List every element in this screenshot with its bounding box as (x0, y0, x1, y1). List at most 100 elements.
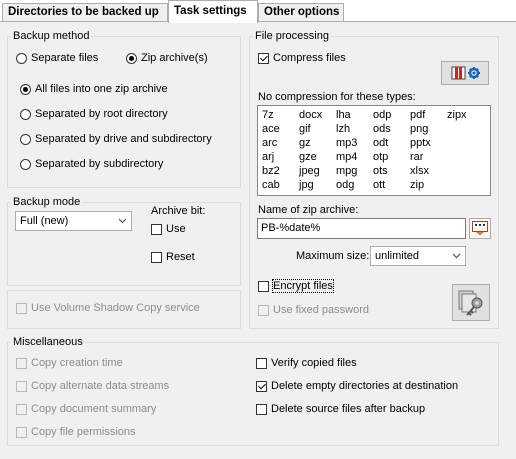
archive-bit-reset-checkbox[interactable] (151, 251, 162, 263)
task-settings-panel: Backup method Separate files Zip archive… (0, 22, 516, 459)
by-subdir-label: Separated by subdirectory (35, 158, 164, 171)
ext-item: png (410, 123, 429, 135)
miscellaneous-title: Miscellaneous (11, 336, 85, 348)
ext-item: gz (299, 137, 311, 149)
encrypt-files-option[interactable]: Encrypt files (258, 279, 334, 294)
delete-source-checkbox[interactable] (256, 403, 267, 415)
ext-item: ods (373, 123, 391, 135)
by-root-radio[interactable] (20, 108, 31, 120)
copy-doc-summary-label: Copy document summary (31, 403, 157, 416)
ext-item: 7z (262, 109, 274, 121)
ext-item: ace (262, 123, 280, 135)
copy-creation-time-option[interactable]: Copy creation time (16, 356, 123, 370)
backup-mode-title: Backup mode (11, 196, 83, 208)
by-drive-subdir-radio[interactable] (20, 133, 31, 145)
separate-files-radio[interactable] (16, 52, 27, 64)
tab-other-options[interactable]: Other options (258, 3, 344, 21)
ext-item: jpeg (299, 165, 320, 177)
all-files-one-zip-option[interactable]: All files into one zip archive (20, 82, 168, 96)
ext-item: jpg (299, 179, 314, 191)
delete-source-label: Delete source files after backup (271, 403, 426, 416)
tab-task-settings[interactable]: Task settings (168, 0, 258, 23)
compression-settings-button[interactable] (441, 61, 489, 85)
ext-item: ots (373, 165, 388, 177)
ext-item: pptx (410, 137, 431, 149)
ext-item: otp (373, 151, 389, 163)
by-subdir-radio[interactable] (20, 158, 31, 170)
archive-bit-reset-option[interactable]: Reset (151, 250, 195, 264)
copy-ads-option[interactable]: Copy alternate data streams (16, 379, 169, 393)
max-size-label: Maximum size: (296, 250, 370, 262)
ext-item: pdf (410, 109, 426, 121)
backup-mode-value: Full (new) (20, 215, 69, 227)
verify-label: Verify copied files (271, 357, 357, 370)
delete-source-option[interactable]: Delete source files after backup (256, 402, 425, 416)
archive-bit-use-option[interactable]: Use (151, 222, 186, 236)
verify-option[interactable]: Verify copied files (256, 356, 357, 370)
tab-bar: Directories to be backed up Task setting… (0, 0, 516, 23)
ext-item: lzh (336, 123, 351, 135)
zip-name-value: PB-%date% (261, 222, 321, 234)
ext-item: gze (299, 151, 317, 163)
delete-empty-option[interactable]: Delete empty directories at destination (256, 379, 458, 393)
vss-option[interactable]: Use Volume Shadow Copy service (16, 301, 200, 315)
encrypt-files-label: Encrypt files (272, 279, 334, 294)
ext-item: rar (410, 151, 424, 163)
delete-empty-checkbox[interactable] (256, 380, 267, 392)
verify-checkbox[interactable] (256, 357, 267, 369)
archive-bit-label: Archive bit: (151, 205, 206, 217)
copy-doc-summary-checkbox[interactable] (16, 403, 27, 415)
compress-settings-icon (450, 64, 482, 85)
ext-item: lha (336, 109, 351, 121)
archive-bit-use-checkbox[interactable] (151, 223, 162, 235)
by-drive-subdir-option[interactable]: Separated by drive and subdirectory (20, 132, 212, 146)
no-compression-list[interactable]: 7z docx lha odp pdf zipx ace gif lzh ods… (257, 105, 491, 196)
password-button[interactable] (452, 284, 490, 321)
copy-permissions-option[interactable]: Copy file permissions (16, 425, 136, 439)
chevron-down-icon (118, 212, 127, 236)
by-root-label: Separated by root directory (35, 108, 168, 121)
by-drive-subdir-label: Separated by drive and subdirectory (35, 133, 212, 146)
fixed-password-checkbox[interactable] (258, 304, 269, 316)
compress-files-option[interactable]: Compress files (258, 51, 346, 65)
tab-directories[interactable]: Directories to be backed up (2, 3, 168, 21)
archive-bit-use-label: Use (166, 223, 186, 236)
separate-files-option[interactable]: Separate files (16, 51, 98, 65)
copy-ads-checkbox[interactable] (16, 380, 27, 392)
ext-item: bz2 (262, 165, 280, 177)
ext-item: ott (373, 179, 386, 191)
zip-name-input[interactable]: PB-%date% (257, 218, 466, 239)
backup-mode-select[interactable]: Full (new) (15, 211, 132, 231)
zip-archives-label: Zip archive(s) (141, 52, 208, 65)
copy-creation-time-checkbox[interactable] (16, 357, 27, 369)
all-files-one-zip-radio[interactable] (20, 83, 31, 95)
compress-files-label: Compress files (273, 52, 346, 65)
by-subdir-option[interactable]: Separated by subdirectory (20, 157, 163, 171)
ext-item: odp (373, 109, 392, 121)
ext-item: zipx (447, 109, 467, 121)
copy-permissions-checkbox[interactable] (16, 426, 27, 438)
separate-files-label: Separate files (31, 52, 99, 65)
compress-files-checkbox[interactable] (258, 52, 269, 64)
encrypt-files-checkbox[interactable] (258, 280, 269, 292)
all-files-one-zip-label: All files into one zip archive (35, 83, 168, 96)
zip-archives-option[interactable]: Zip archive(s) (126, 51, 208, 65)
ext-item: gif (299, 123, 311, 135)
max-size-select[interactable]: unlimited (370, 246, 466, 266)
vss-checkbox[interactable] (16, 302, 27, 314)
placeholder-button[interactable] (469, 218, 491, 239)
no-compression-label: No compression for these types: (258, 91, 416, 103)
by-root-option[interactable]: Separated by root directory (20, 107, 168, 121)
backup-method-title: Backup method (11, 30, 92, 42)
copy-creation-time-label: Copy creation time (31, 357, 123, 370)
ext-item: arc (262, 137, 278, 149)
zip-archives-radio[interactable] (126, 52, 137, 64)
file-processing-title: File processing (253, 30, 331, 42)
fixed-password-option[interactable]: Use fixed password (258, 303, 369, 317)
archive-bit-reset-label: Reset (166, 251, 195, 264)
ext-item: odg (336, 179, 355, 191)
ext-item: arj (262, 151, 275, 163)
copy-doc-summary-option[interactable]: Copy document summary (16, 402, 156, 416)
copy-permissions-label: Copy file permissions (31, 426, 136, 439)
ext-item: mpg (336, 165, 358, 177)
